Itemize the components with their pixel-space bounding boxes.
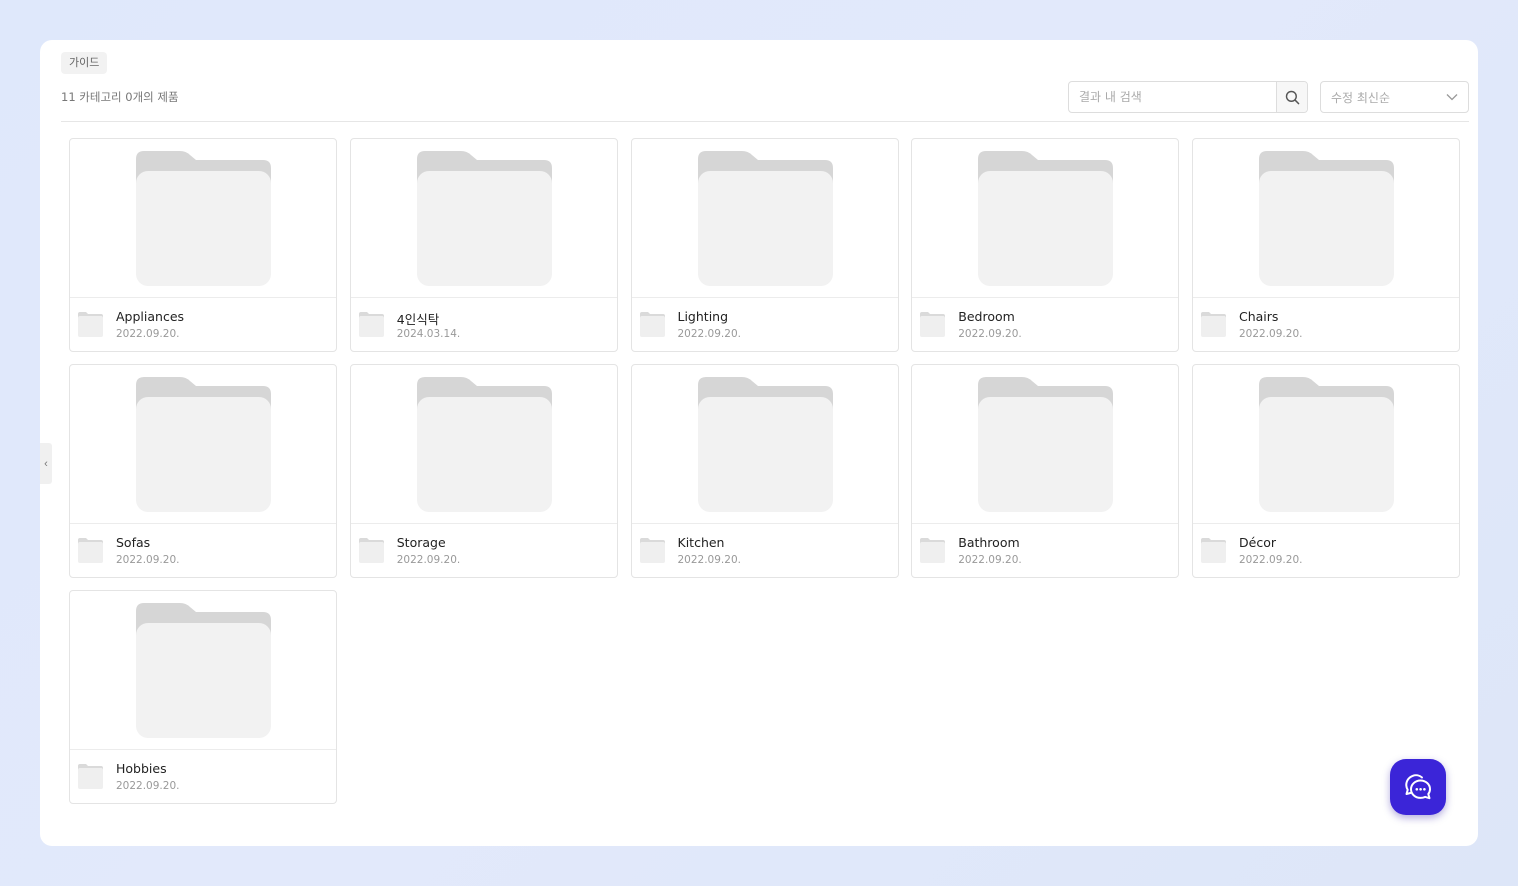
category-date: 2022.09.20. bbox=[116, 554, 180, 566]
category-date: 2022.09.20. bbox=[396, 554, 461, 566]
category-meta: Sofas 2022.09.20. bbox=[70, 524, 336, 577]
folder-icon bbox=[1201, 312, 1226, 337]
category-name: Sofas bbox=[116, 535, 151, 550]
category-card[interactable]: Bedroom 2022.09.20. bbox=[911, 138, 1180, 352]
category-name: Chairs bbox=[1239, 309, 1279, 324]
folder-icon bbox=[920, 312, 946, 337]
category-card[interactable]: Appliances 2022.09.20. bbox=[69, 138, 337, 352]
search-input[interactable] bbox=[1069, 82, 1276, 112]
folder-icon bbox=[697, 377, 833, 512]
category-date: 2022.09.20. bbox=[958, 554, 1022, 566]
category-date: 2022.09.20. bbox=[116, 780, 180, 792]
folder-icon bbox=[1259, 377, 1394, 512]
chevron-left-icon: ‹ bbox=[44, 457, 48, 470]
category-date: 2022.09.20. bbox=[1239, 554, 1303, 566]
category-meta: Kitchen 2022.09.20. bbox=[632, 524, 898, 577]
category-card[interactable]: 4인식탁 2024.03.14. bbox=[349, 138, 618, 352]
category-thumbnail bbox=[350, 139, 617, 298]
category-name: Hobbies bbox=[116, 761, 167, 776]
category-name: Décor bbox=[1239, 535, 1276, 550]
sort-selected-label: 수정 최신순 bbox=[1331, 90, 1391, 105]
folder-icon bbox=[416, 377, 552, 512]
header-divider bbox=[61, 121, 1469, 122]
search-icon bbox=[1285, 90, 1299, 104]
category-card[interactable]: Bathroom 2022.09.20. bbox=[911, 364, 1180, 578]
category-card[interactable]: Chairs 2022.09.20. bbox=[1192, 138, 1460, 352]
folder-icon bbox=[136, 603, 271, 738]
folder-icon bbox=[136, 151, 271, 286]
folder-icon bbox=[978, 151, 1114, 286]
category-card[interactable]: Lighting 2022.09.20. bbox=[630, 138, 899, 352]
category-grid: Appliances 2022.09.20. 4인식탁 2024.03.14. bbox=[69, 138, 1462, 804]
category-name: Bedroom bbox=[958, 309, 1015, 324]
breadcrumb[interactable]: 가이드 bbox=[61, 52, 108, 74]
category-card[interactable]: Hobbies 2022.09.20. bbox=[69, 590, 337, 804]
category-meta: Chairs 2022.09.20. bbox=[1193, 298, 1459, 351]
category-date: 2022.09.20. bbox=[677, 328, 741, 340]
category-meta: Storage 2022.09.20. bbox=[351, 524, 617, 577]
folder-icon bbox=[639, 538, 665, 563]
sort-select[interactable]: 수정 최신순 bbox=[1320, 81, 1469, 113]
category-name: Kitchen bbox=[677, 535, 725, 550]
category-meta: Bedroom 2022.09.20. bbox=[912, 298, 1178, 351]
category-meta: Appliances 2022.09.20. bbox=[70, 298, 336, 351]
category-thumbnail bbox=[631, 139, 898, 298]
category-meta: Décor 2022.09.20. bbox=[1193, 524, 1459, 577]
category-thumbnail bbox=[1193, 139, 1459, 298]
category-card[interactable]: Storage 2022.09.20. bbox=[349, 364, 618, 578]
category-name: Lighting bbox=[677, 309, 729, 324]
category-name: Bathroom bbox=[958, 535, 1020, 550]
category-date: 2022.09.20. bbox=[958, 328, 1022, 340]
category-name: 4인식탁 bbox=[396, 312, 440, 327]
folder-icon bbox=[1259, 151, 1394, 286]
folder-icon bbox=[78, 538, 103, 563]
folder-icon bbox=[78, 312, 103, 337]
category-date: 2024.03.14. bbox=[396, 328, 461, 340]
folder-icon bbox=[358, 538, 384, 563]
chevron-down-icon bbox=[1446, 94, 1458, 101]
folder-icon bbox=[1201, 538, 1226, 563]
category-thumbnail bbox=[912, 139, 1179, 298]
category-thumbnail bbox=[912, 365, 1179, 524]
category-name: Storage bbox=[396, 535, 446, 550]
chat-icon bbox=[1405, 774, 1431, 800]
folder-icon bbox=[416, 151, 552, 286]
category-card[interactable]: Kitchen 2022.09.20. bbox=[630, 364, 899, 578]
folder-icon bbox=[78, 764, 103, 789]
category-meta: 4인식탁 2024.03.14. bbox=[351, 298, 617, 351]
category-date: 2022.09.20. bbox=[677, 554, 741, 566]
category-card[interactable]: Décor 2022.09.20. bbox=[1192, 364, 1460, 578]
folder-icon bbox=[639, 312, 665, 337]
category-thumbnail bbox=[70, 591, 336, 750]
category-date: 2022.09.20. bbox=[116, 328, 180, 340]
search-button[interactable] bbox=[1276, 82, 1307, 112]
folder-icon bbox=[697, 151, 833, 286]
folder-icon bbox=[358, 312, 384, 337]
category-thumbnail bbox=[631, 365, 898, 524]
category-meta: Lighting 2022.09.20. bbox=[632, 298, 898, 351]
category-thumbnail bbox=[70, 139, 336, 298]
sidebar-toggle-button[interactable]: ‹ bbox=[40, 443, 52, 484]
folder-icon bbox=[136, 377, 271, 512]
folder-icon bbox=[920, 538, 946, 563]
category-card[interactable]: Sofas 2022.09.20. bbox=[69, 364, 337, 578]
search-box bbox=[1068, 81, 1308, 113]
chat-button[interactable] bbox=[1390, 759, 1446, 815]
content-panel: 가이드 11 카테고리 0개의 제품 수정 최신순 bbox=[40, 40, 1478, 846]
category-thumbnail bbox=[70, 365, 336, 524]
category-thumbnail bbox=[1193, 365, 1459, 524]
result-summary: 11 카테고리 0개의 제품 bbox=[61, 90, 179, 104]
category-name: Appliances bbox=[116, 309, 185, 324]
folder-icon bbox=[978, 377, 1114, 512]
category-meta: Bathroom 2022.09.20. bbox=[912, 524, 1178, 577]
category-thumbnail bbox=[350, 365, 617, 524]
category-meta: Hobbies 2022.09.20. bbox=[70, 750, 336, 803]
category-date: 2022.09.20. bbox=[1239, 328, 1303, 340]
